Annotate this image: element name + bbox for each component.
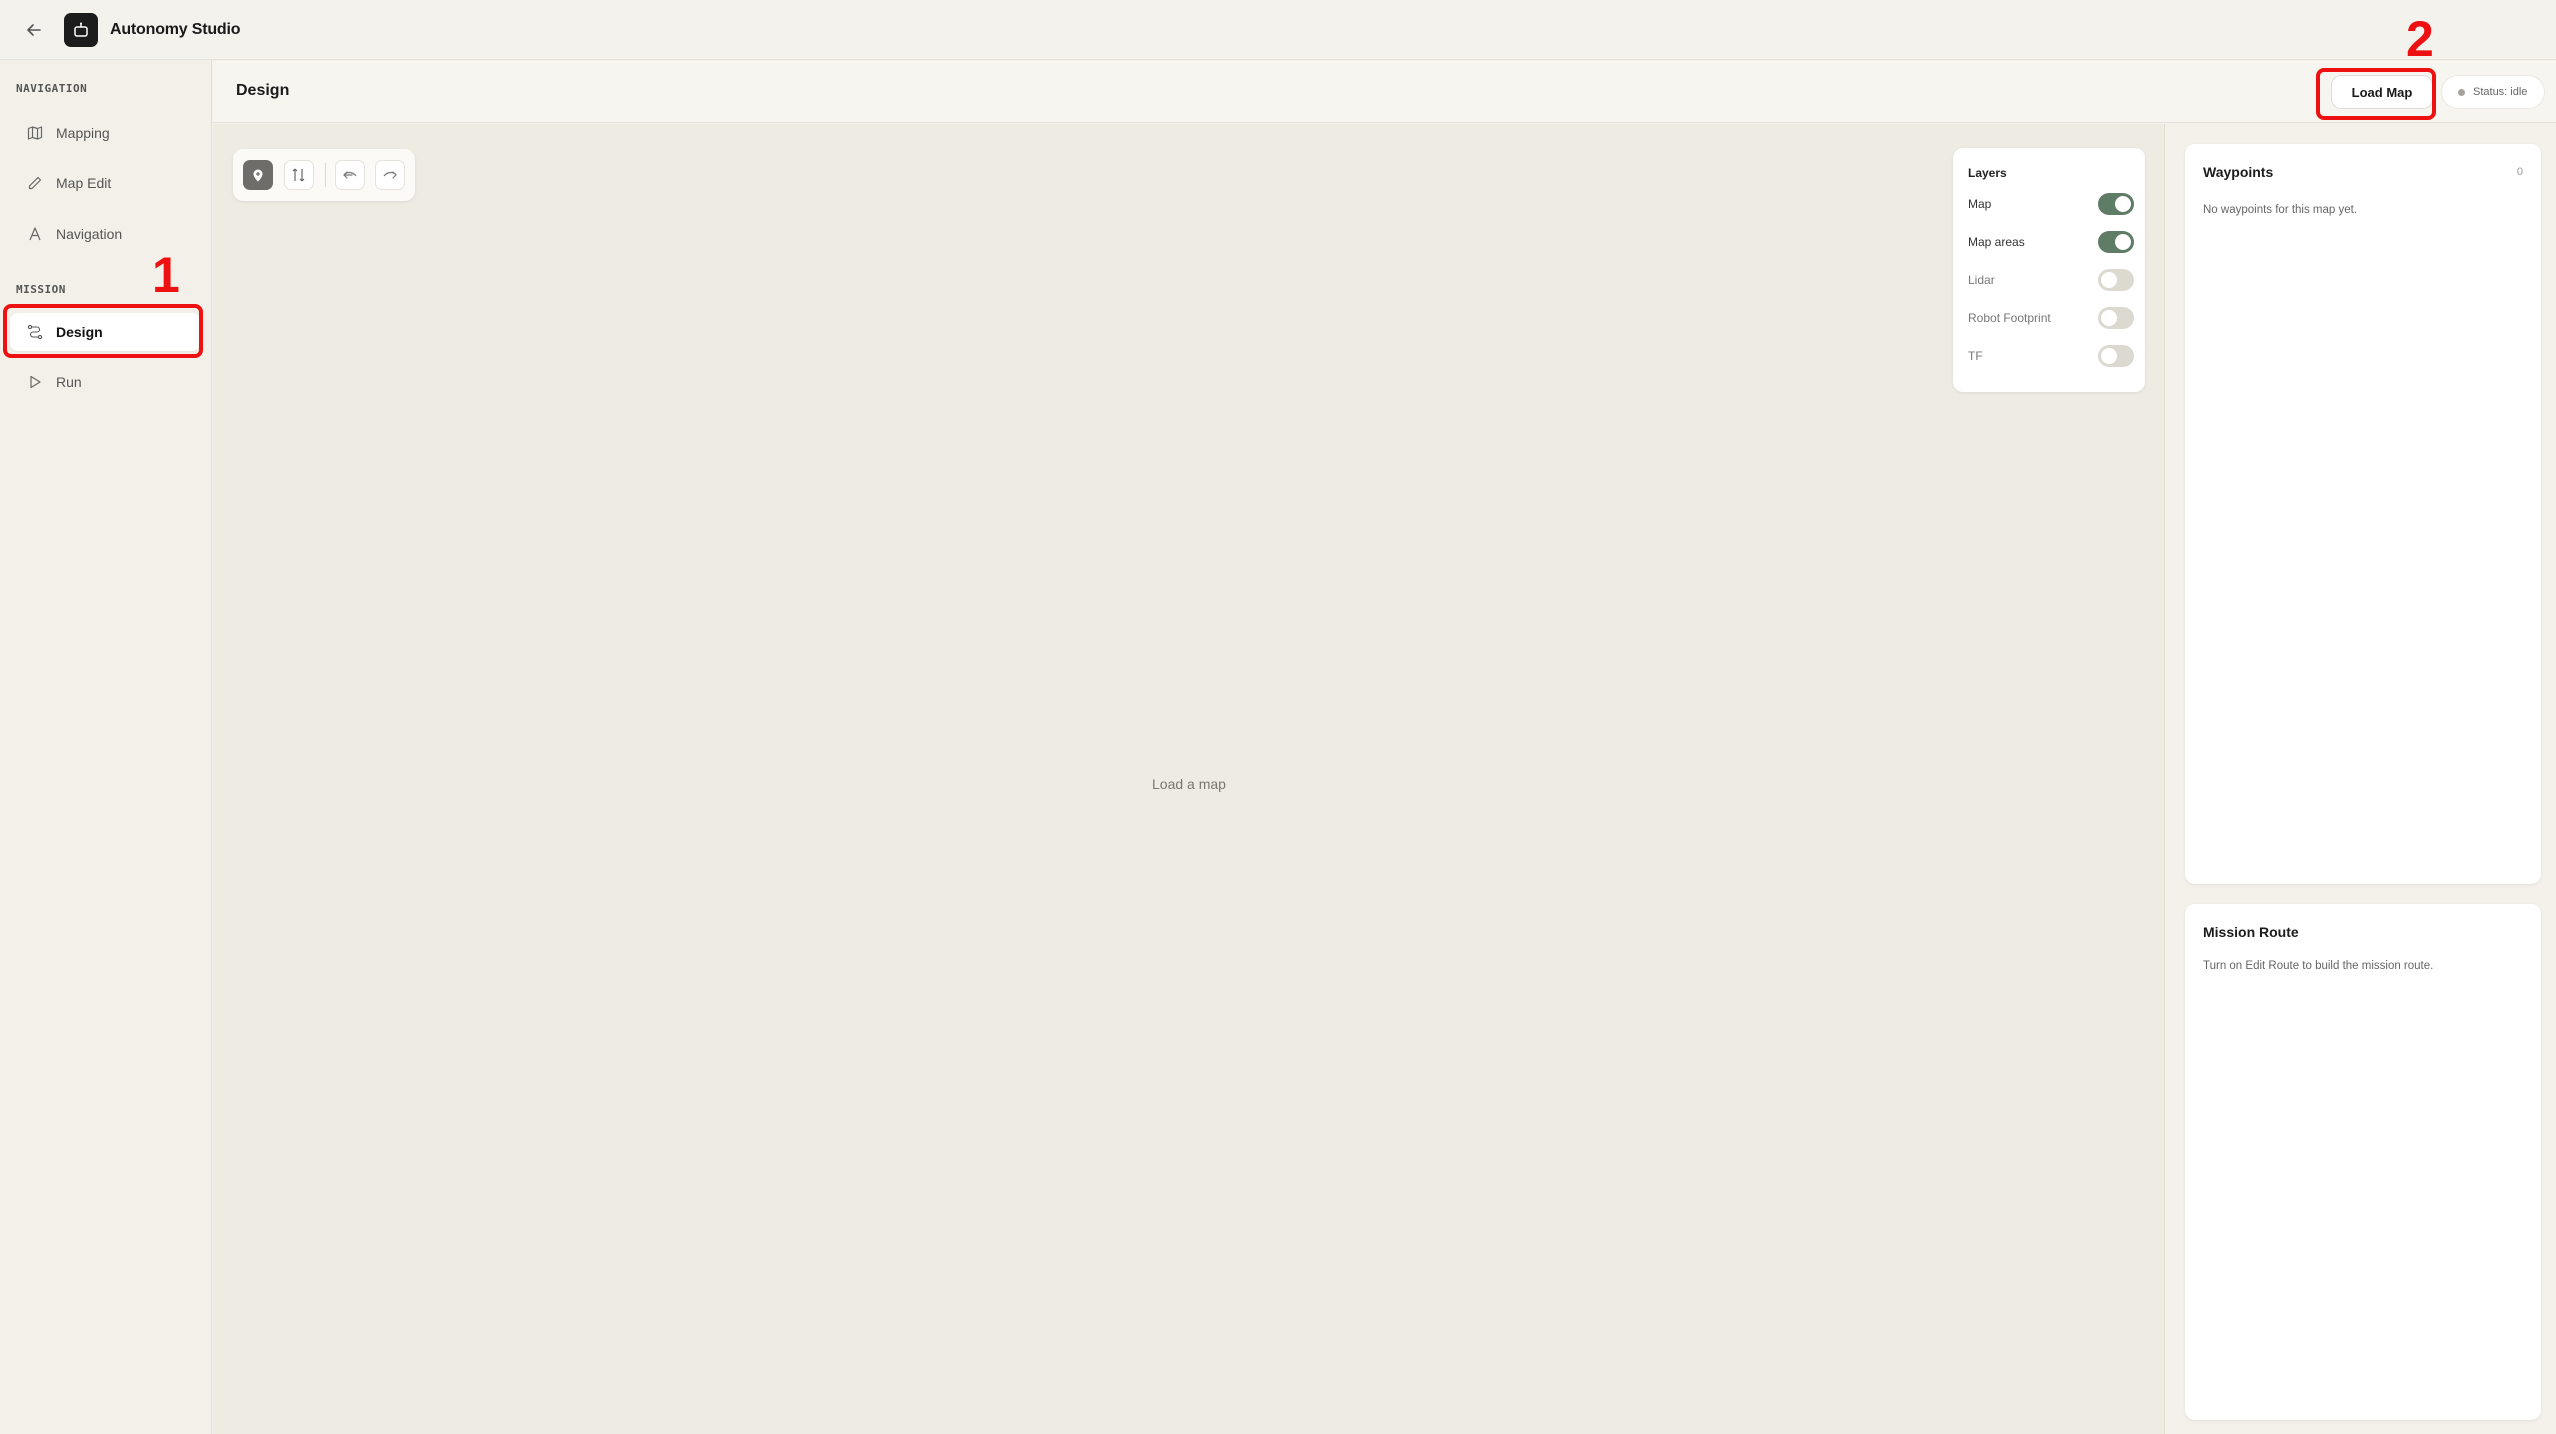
layer-label: TF	[1968, 349, 1983, 363]
layer-label: Robot Footprint	[1968, 311, 2051, 325]
annotation-box-2	[2316, 68, 2436, 120]
layer-label: Map areas	[1968, 235, 2025, 249]
map-icon	[26, 124, 44, 142]
app-title: Autonomy Studio	[110, 20, 241, 38]
page-header: Design Load Map Status: idle	[213, 61, 2556, 123]
sidebar: NAVIGATION Mapping Map Edit Navigation M…	[0, 60, 212, 1434]
section-label-navigation: NAVIGATION	[16, 82, 88, 95]
top-bar: Autonomy Studio	[0, 0, 2556, 60]
sidebar-item-mapping[interactable]: Mapping	[10, 114, 200, 152]
layer-label: Map	[1968, 197, 1992, 211]
map-canvas[interactable]: Load a map Layers Map Map areas Lidar Ro…	[213, 124, 2165, 1434]
sidebar-item-label: Map Edit	[56, 175, 112, 191]
waypoints-count: 0	[2516, 166, 2523, 178]
annotation-number-2: 2	[2406, 11, 2434, 67]
layer-toggle-robot-footprint[interactable]	[2098, 307, 2134, 329]
layer-row-tf: TF	[1968, 344, 2134, 368]
waypoints-empty-text: No waypoints for this map yet.	[2203, 204, 2358, 216]
redo-icon[interactable]	[375, 160, 405, 190]
add-waypoint-icon[interactable]	[243, 160, 273, 190]
layer-row-lidar: Lidar	[1968, 268, 2134, 292]
layers-panel: Layers Map Map areas Lidar Robot Footpri…	[1953, 148, 2145, 392]
canvas-toolbar	[233, 149, 415, 201]
status-badge: Status: idle	[2441, 75, 2545, 109]
back-arrow-icon[interactable]	[19, 15, 49, 45]
sidebar-item-run[interactable]: Run	[10, 363, 200, 401]
sidebar-item-label: Run	[56, 374, 82, 390]
waypoints-title: Waypoints	[2203, 164, 2274, 180]
robot-logo-icon	[64, 12, 98, 47]
section-label-mission: MISSION	[16, 283, 66, 296]
page-title: Design	[236, 82, 290, 99]
layer-toggle-map[interactable]	[2098, 193, 2134, 215]
mission-route-title: Mission Route	[2203, 924, 2299, 940]
mission-route-empty-text: Turn on Edit Route to build the mission …	[2203, 960, 2434, 972]
layer-toggle-tf[interactable]	[2098, 345, 2134, 367]
waypoints-panel: Waypoints 0 No waypoints for this map ye…	[2185, 144, 2541, 884]
sidebar-item-label: Mapping	[56, 125, 110, 141]
pencil-icon	[26, 174, 44, 192]
layer-toggle-map-areas[interactable]	[2098, 231, 2134, 253]
status-dot-icon	[2458, 88, 2465, 96]
undo-icon[interactable]	[335, 160, 365, 190]
canvas-empty-message: Load a map	[1152, 776, 1226, 792]
toolbar-divider	[325, 163, 326, 187]
status-text: Status: idle	[2473, 86, 2528, 98]
layer-toggle-lidar[interactable]	[2098, 269, 2134, 291]
annotation-number-1: 1	[152, 247, 180, 303]
sidebar-item-map-edit[interactable]: Map Edit	[10, 164, 200, 202]
mission-route-panel: Mission Route Turn on Edit Route to buil…	[2185, 904, 2541, 1420]
layer-row-map: Map	[1968, 192, 2134, 216]
annotation-box-1	[3, 304, 203, 358]
navigation-icon	[26, 225, 44, 243]
edit-route-icon[interactable]	[284, 160, 314, 190]
layer-row-robot-footprint: Robot Footprint	[1968, 306, 2134, 330]
sidebar-item-label: Navigation	[56, 226, 123, 242]
play-icon	[26, 373, 44, 391]
layer-label: Lidar	[1968, 273, 1995, 287]
layer-row-map-areas: Map areas	[1968, 230, 2134, 254]
layers-title: Layers	[1968, 166, 2007, 180]
